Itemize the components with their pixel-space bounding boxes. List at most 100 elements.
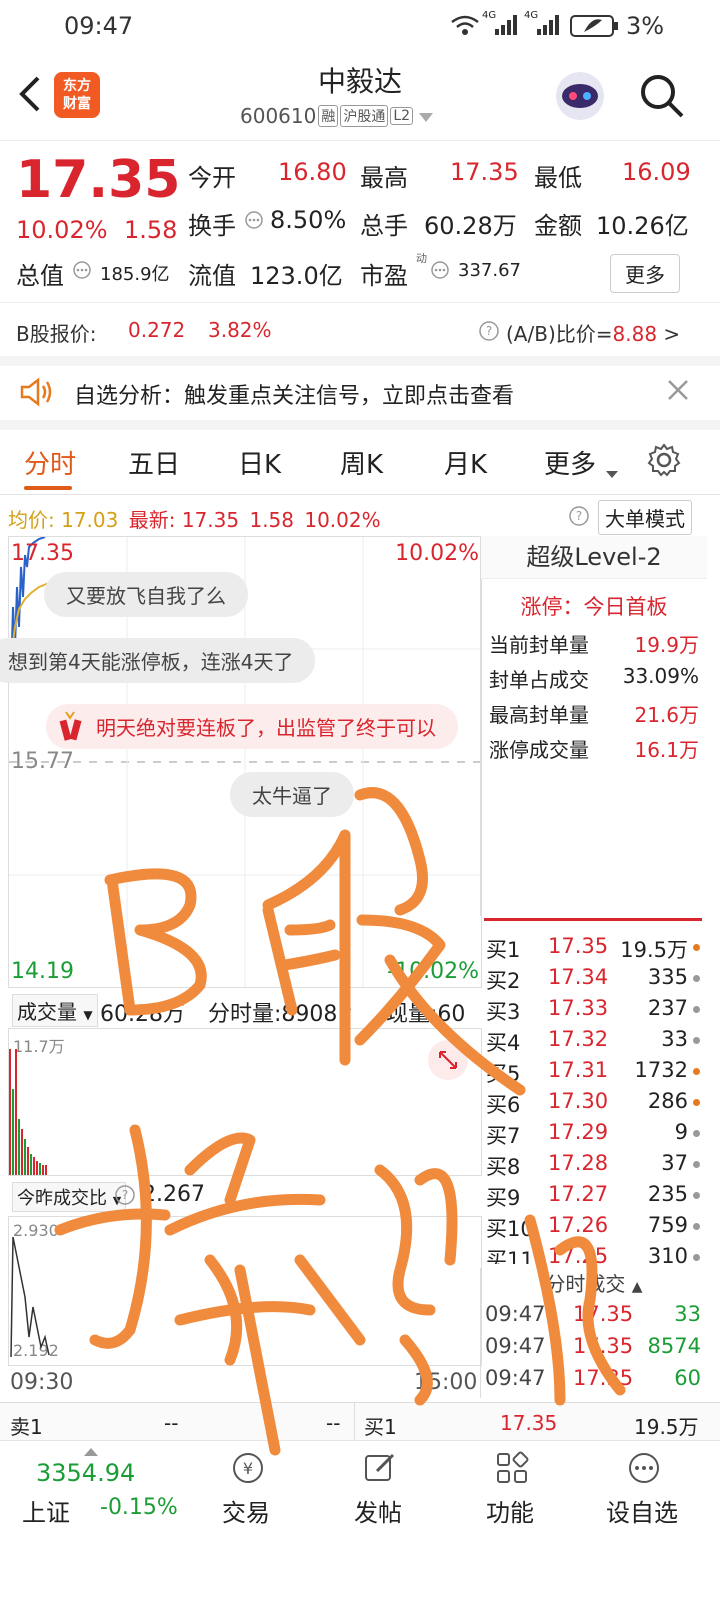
pe-label: 市盈: [360, 262, 408, 290]
order-dot-icon: [693, 1161, 700, 1168]
index-pct[interactable]: -0.15%: [100, 1495, 178, 1520]
tab-five-day[interactable]: 五日: [128, 444, 180, 481]
order-book-row: 买6 17.30 286: [480, 1087, 706, 1118]
tab-more[interactable]: 更多: [544, 444, 596, 481]
robot-avatar-icon[interactable]: [552, 68, 608, 128]
order-volume: 19.5万: [620, 938, 688, 962]
order-book-row: 买3 17.33 237: [480, 994, 706, 1025]
order-book-row: 买1 17.35 19.5万: [480, 932, 706, 963]
trade-volume: 60: [674, 1366, 701, 1390]
dropdown-triangle-icon: [419, 104, 434, 128]
chart-top-price: 17.35: [11, 541, 74, 566]
nav-trade[interactable]: ¥ 交易: [196, 1451, 296, 1528]
tab-active-indicator: [24, 486, 72, 490]
ratio-selector[interactable]: 今昨成交比 ▼: [12, 1182, 127, 1212]
index-value[interactable]: 3354.94: [36, 1459, 135, 1487]
order-price: 17.31: [548, 1058, 609, 1082]
hot-comment-bubble[interactable]: 明天绝对要连板了，出监管了终于可以: [46, 704, 458, 749]
trade-price: 17.35: [573, 1366, 634, 1390]
divider: [0, 356, 720, 366]
volume-value: 60.28万: [424, 212, 517, 240]
volume-selector[interactable]: 成交量 ▼: [12, 994, 98, 1027]
more-button[interactable]: 更多: [610, 254, 680, 293]
latest-label: 最新:: [128, 508, 176, 532]
help-icon[interactable]: ?: [568, 505, 590, 531]
order-label: 买11: [486, 1248, 534, 1264]
ratio-line-svg: [10, 1236, 50, 1358]
order-volume: 237: [647, 996, 688, 1020]
nav-add-watchlist-label: 设自选: [606, 1499, 678, 1527]
order-book[interactable]: 买1 17.35 19.5万 买2 17.34 335 买3 17.33 237 买4 17.32 3…: [480, 932, 706, 1264]
b-share-pct: 3.82%: [208, 318, 272, 342]
comment-bubble[interactable]: 想到第4天能涨停板，连涨4天了: [0, 638, 316, 683]
nav-post[interactable]: 发帖: [328, 1451, 428, 1528]
order-dot-icon: [693, 1192, 700, 1199]
volume-label: 总手: [360, 212, 408, 240]
ratio-chart: 2.930 2.192: [8, 1216, 482, 1366]
current-price: 17.35: [16, 150, 181, 210]
trade-volume: 33: [674, 1302, 701, 1326]
trades-title[interactable]: 分时成交 ▲: [481, 1268, 707, 1300]
settings-gear-icon[interactable]: [646, 442, 682, 485]
buy-label: 买1: [364, 1415, 397, 1439]
big-order-mode-button[interactable]: 大单模式: [598, 500, 692, 535]
pe-dynamic-mark: 动: [416, 252, 427, 265]
info-dots-icon[interactable]: [430, 260, 450, 284]
comment-bubble-clip: 想到第4天能涨停板，连涨4天了: [0, 638, 480, 686]
search-icon[interactable]: [638, 72, 686, 124]
minute-volume: 分时量:8908↑: [208, 1002, 356, 1027]
order-dot-icon: [693, 1223, 700, 1230]
l2-row-label: 当前封单量: [489, 633, 589, 657]
order-volume: 759: [647, 1213, 688, 1237]
divider: [0, 302, 720, 303]
amount-label: 金额: [534, 212, 582, 240]
l2-row: 涨停成交量 16.1万: [481, 730, 707, 765]
close-icon[interactable]: [666, 378, 690, 406]
battery-level: 3%: [626, 12, 665, 40]
grid-apps-icon: [495, 1451, 529, 1483]
ab-ratio-row[interactable]: (A/B)比价=8.88 >: [506, 318, 680, 347]
tab-intraday[interactable]: 分时: [24, 444, 76, 481]
trade-price: 17.35: [573, 1302, 634, 1326]
ratio-value: 2.267: [142, 1182, 205, 1207]
stock-code-row[interactable]: 600610 融 沪股通 L2: [240, 104, 434, 128]
pe-value: 337.67: [458, 260, 521, 281]
mktcap-value: 185.9亿: [100, 264, 170, 285]
order-volume: 37: [661, 1151, 688, 1175]
trades-panel[interactable]: 分时成交 ▲ 09:47 17.35 33 09:47 17.35 8574 09:47 17…: [480, 1268, 707, 1398]
l2-row: 封单占成交 33.09%: [481, 660, 707, 695]
nav-functions[interactable]: 功能: [460, 1451, 560, 1528]
order-dot-icon: [693, 975, 700, 982]
l2-row-value: 33.09%: [622, 664, 699, 688]
tab-daily-k[interactable]: 日K: [238, 444, 281, 481]
order-book-row: 买5 17.31 1732: [480, 1056, 706, 1087]
svg-text:?: ?: [576, 509, 582, 523]
latest-change: 1.58: [249, 508, 294, 532]
comment-bubble[interactable]: 又要放飞自我了么: [44, 572, 248, 617]
info-dots-icon[interactable]: [244, 210, 264, 234]
l2-row-value: 21.6万: [634, 703, 699, 727]
index-name[interactable]: 上证: [22, 1493, 70, 1528]
chart-mid-price: 15.77: [11, 749, 74, 774]
order-book-row: 买7 17.29 9: [480, 1118, 706, 1149]
comment-bubble[interactable]: 太牛逼了: [230, 772, 354, 817]
order-price: 17.26: [548, 1213, 609, 1237]
expand-icon[interactable]: [428, 1040, 468, 1080]
volume-chart: 11.7万: [8, 1028, 482, 1176]
nav-add-watchlist[interactable]: 设自选: [592, 1451, 692, 1528]
notice-text[interactable]: 自选分析：触发重点关注信号，立即点击查看: [74, 378, 514, 410]
tag-connect: 沪股通: [340, 105, 389, 127]
help-icon[interactable]: ?: [478, 320, 500, 346]
l2-row-value: 16.1万: [634, 738, 699, 762]
firecracker-icon: [56, 710, 86, 746]
level2-title[interactable]: 超级Level-2: [481, 536, 707, 579]
tab-monthly-k[interactable]: 月K: [444, 444, 487, 481]
time-start: 09:30: [10, 1370, 74, 1395]
help-icon[interactable]: ?: [114, 1184, 136, 1210]
svg-text:¥: ¥: [243, 1459, 253, 1478]
tab-weekly-k[interactable]: 周K: [340, 444, 383, 481]
trade-price: 17.35: [573, 1334, 634, 1358]
info-dots-icon[interactable]: [72, 260, 92, 284]
order-price: 17.32: [548, 1027, 609, 1051]
float-label: 流值: [188, 262, 236, 290]
